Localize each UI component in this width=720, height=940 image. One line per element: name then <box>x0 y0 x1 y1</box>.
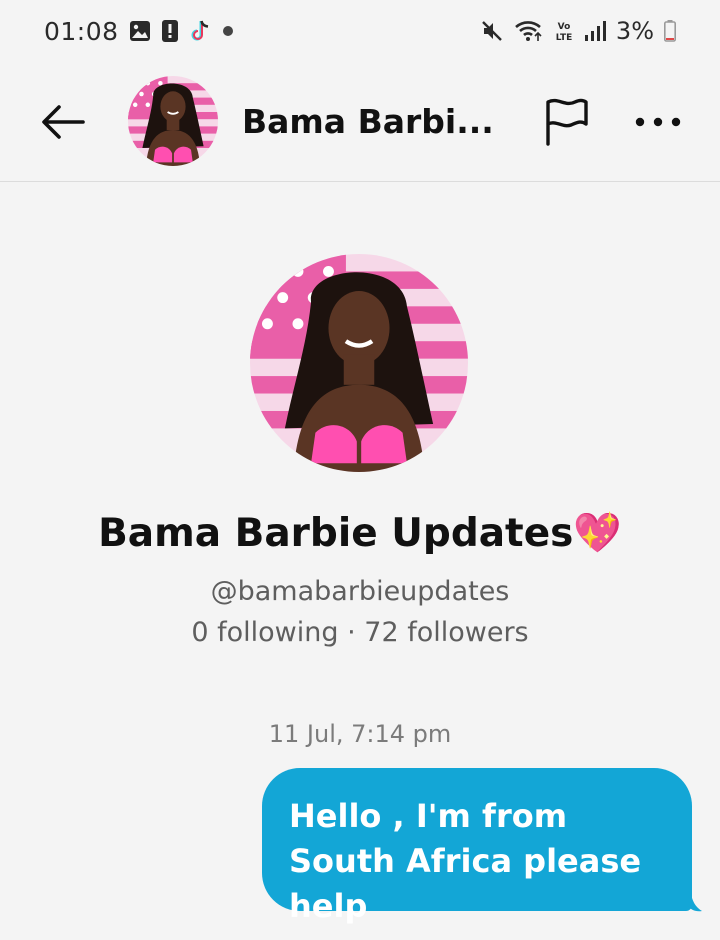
mute-icon <box>480 19 504 43</box>
profile-avatar[interactable] <box>250 254 468 472</box>
sparkling-heart-emoji: 💖 <box>573 511 622 556</box>
header-title: Bama Barbi... <box>242 102 494 141</box>
gallery-icon <box>129 20 151 42</box>
battery-percent: 3% <box>615 17 654 45</box>
profile-name-text: Bama Barbie Updates <box>98 511 574 556</box>
status-time: 01:08 <box>44 16 119 46</box>
signal-icon <box>584 20 606 42</box>
profile-handle[interactable]: @bamabarbieupdates <box>0 576 720 607</box>
flag-icon <box>546 98 588 146</box>
sent-message-bubble[interactable]: Hello , I'm from South Africa please hel… <box>262 768 692 925</box>
back-arrow-icon <box>42 105 85 139</box>
battery-icon <box>664 20 676 42</box>
profile-stats: 0 following · 72 followers <box>191 617 529 648</box>
status-bar: 01:08 Vo LTE 3% <box>0 0 720 62</box>
svg-text:Vo: Vo <box>558 22 571 32</box>
back-button[interactable] <box>36 98 90 146</box>
message-text: Hello , I'm from South Africa please hel… <box>289 797 642 925</box>
report-flag-button[interactable] <box>540 96 592 148</box>
svg-text:LTE: LTE <box>556 33 573 43</box>
status-left: 01:08 <box>44 17 235 46</box>
status-right: Vo LTE 3% <box>480 17 676 45</box>
chat-header: Bama Barbi... <box>0 62 720 182</box>
bubble-tail-icon <box>688 898 702 912</box>
avatar-image-icon <box>250 254 468 472</box>
dot-icon <box>221 24 235 38</box>
tiktok-icon <box>189 19 211 43</box>
more-options-button[interactable] <box>630 102 686 142</box>
volte-icon: Vo LTE <box>554 19 574 43</box>
more-dots-icon <box>635 117 681 127</box>
message-timestamp: 11 Jul, 7:14 pm <box>268 720 452 748</box>
avatar-image-icon <box>128 76 218 166</box>
wifi-icon <box>514 19 544 43</box>
header-avatar[interactable] <box>128 76 218 166</box>
alert-icon <box>161 19 179 43</box>
profile-name: Bama Barbie Updates💖 <box>0 510 720 556</box>
